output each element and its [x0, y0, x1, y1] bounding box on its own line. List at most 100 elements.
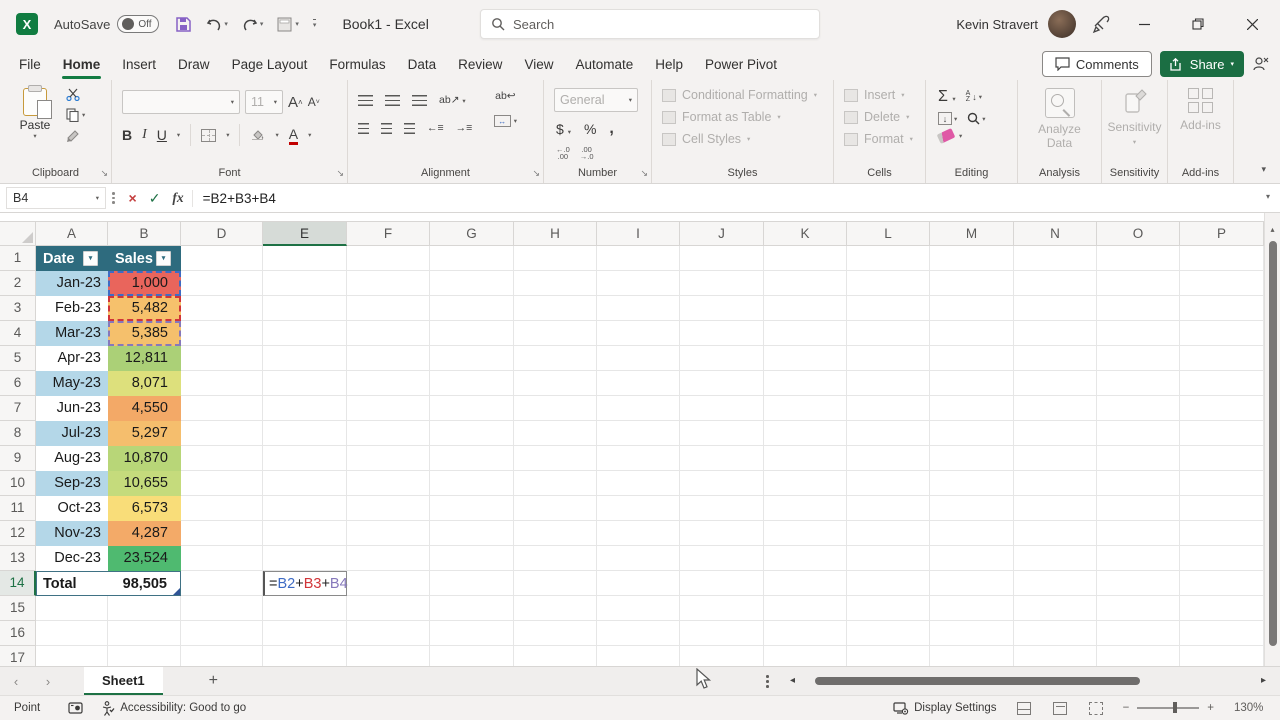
- cell-K5[interactable]: [764, 346, 847, 371]
- cell-K11[interactable]: [764, 496, 847, 521]
- column-header-I[interactable]: I: [597, 221, 680, 246]
- cell-D2[interactable]: [181, 271, 263, 296]
- cell-H12[interactable]: [514, 521, 597, 546]
- cell-B5[interactable]: 12,811: [108, 346, 181, 371]
- select-all-corner[interactable]: [0, 221, 36, 246]
- cancel-formula-icon[interactable]: ×: [129, 190, 137, 206]
- row-header-17[interactable]: 17: [0, 646, 36, 666]
- cell-E10[interactable]: [263, 471, 347, 496]
- search-box[interactable]: Search: [480, 9, 820, 39]
- cell-L9[interactable]: [847, 446, 930, 471]
- cell-E6[interactable]: [263, 371, 347, 396]
- cell-H10[interactable]: [514, 471, 597, 496]
- cell-F1[interactable]: [347, 246, 430, 271]
- row-header-8[interactable]: 8: [0, 421, 36, 446]
- cell-D11[interactable]: [181, 496, 263, 521]
- cell-H1[interactable]: [514, 246, 597, 271]
- cell-A17[interactable]: [36, 646, 108, 666]
- format-cells-button[interactable]: Format ▾: [844, 132, 913, 146]
- cell-F17[interactable]: [347, 646, 430, 666]
- user-name[interactable]: Kevin Stravert: [956, 17, 1038, 32]
- cell-A7[interactable]: Jun-23: [36, 396, 108, 421]
- cell-J4[interactable]: [680, 321, 764, 346]
- addins-button[interactable]: Add-ins: [1168, 88, 1233, 132]
- expand-formula-bar-icon[interactable]: ▾: [1266, 192, 1270, 201]
- name-box[interactable]: B4 ▾: [6, 187, 106, 209]
- cell-B9[interactable]: 10,870: [108, 446, 181, 471]
- cell-G15[interactable]: [430, 596, 514, 621]
- cell-M10[interactable]: [930, 471, 1014, 496]
- cell-L17[interactable]: [847, 646, 930, 666]
- cell-L12[interactable]: [847, 521, 930, 546]
- cell-A4[interactable]: Mar-23: [36, 321, 108, 346]
- cell-P5[interactable]: [1180, 346, 1264, 371]
- cell-O7[interactable]: [1097, 396, 1180, 421]
- cell-I16[interactable]: [597, 621, 680, 646]
- cell-K1[interactable]: [764, 246, 847, 271]
- cell-L1[interactable]: [847, 246, 930, 271]
- cell-P16[interactable]: [1180, 621, 1264, 646]
- number-format-combo[interactable]: General ▾: [554, 88, 638, 112]
- cell-G7[interactable]: [430, 396, 514, 421]
- column-header-K[interactable]: K: [764, 221, 847, 246]
- cell-F16[interactable]: [347, 621, 430, 646]
- customize-qat-icon[interactable]: ▾: [312, 19, 317, 29]
- cell-N15[interactable]: [1014, 596, 1097, 621]
- restore-button[interactable]: [1176, 4, 1220, 44]
- cell-E5[interactable]: [263, 346, 347, 371]
- cell-N11[interactable]: [1014, 496, 1097, 521]
- cell-O14[interactable]: [1097, 571, 1180, 596]
- autosum-chevron-icon[interactable]: ▾: [952, 96, 955, 103]
- zoom-in-icon[interactable]: +: [1207, 702, 1214, 714]
- cell-G5[interactable]: [430, 346, 514, 371]
- cell-E9[interactable]: [263, 446, 347, 471]
- cell-I17[interactable]: [597, 646, 680, 666]
- cell-E16[interactable]: [263, 621, 347, 646]
- cell-M14[interactable]: [930, 571, 1014, 596]
- column-header-E[interactable]: E: [263, 221, 347, 246]
- cell-G4[interactable]: [430, 321, 514, 346]
- cell-L6[interactable]: [847, 371, 930, 396]
- cell-J17[interactable]: [680, 646, 764, 666]
- sort-chevron-icon[interactable]: ▾: [979, 93, 982, 101]
- cell-A12[interactable]: Nov-23: [36, 521, 108, 546]
- tab-power-pivot[interactable]: Power Pivot: [694, 51, 788, 78]
- font-color-button[interactable]: A: [288, 126, 299, 145]
- cell-I7[interactable]: [597, 396, 680, 421]
- row-header-1[interactable]: 1: [0, 246, 36, 271]
- clear-chevron-icon[interactable]: ▾: [959, 132, 962, 140]
- cell-M8[interactable]: [930, 421, 1014, 446]
- zoom-level[interactable]: 130%: [1234, 702, 1270, 714]
- paste-chevron-icon[interactable]: ▾: [12, 132, 58, 140]
- cell-B4[interactable]: 5,385: [108, 321, 181, 346]
- cell-H5[interactable]: [514, 346, 597, 371]
- macro-record-button[interactable]: [68, 702, 83, 714]
- column-header-G[interactable]: G: [430, 221, 514, 246]
- cell-B6[interactable]: 8,071: [108, 371, 181, 396]
- cell-L3[interactable]: [847, 296, 930, 321]
- cell-M15[interactable]: [930, 596, 1014, 621]
- touch-mode-button[interactable]: ▾: [277, 17, 299, 32]
- align-middle-icon[interactable]: [385, 94, 400, 106]
- scroll-up-icon[interactable]: ▴: [1265, 225, 1280, 234]
- cell-B14[interactable]: 98,505: [108, 571, 181, 596]
- cell-G6[interactable]: [430, 371, 514, 396]
- align-left-icon[interactable]: [358, 122, 369, 134]
- cell-G12[interactable]: [430, 521, 514, 546]
- underline-chevron-icon[interactable]: ▾: [177, 131, 180, 139]
- cell-F8[interactable]: [347, 421, 430, 446]
- cell-A5[interactable]: Apr-23: [36, 346, 108, 371]
- cell-O12[interactable]: [1097, 521, 1180, 546]
- cell-D9[interactable]: [181, 446, 263, 471]
- tabbar-more-icon[interactable]: [766, 675, 769, 688]
- paste-button[interactable]: Paste ▾: [12, 85, 58, 140]
- clear-button[interactable]: ▾: [936, 128, 962, 144]
- delete-cells-button[interactable]: Delete ▾: [844, 110, 913, 124]
- cell-M7[interactable]: [930, 396, 1014, 421]
- column-header-J[interactable]: J: [680, 221, 764, 246]
- cell-K14[interactable]: [764, 571, 847, 596]
- cell-P11[interactable]: [1180, 496, 1264, 521]
- cell-A6[interactable]: May-23: [36, 371, 108, 396]
- align-bottom-icon[interactable]: [412, 94, 427, 106]
- cell-O8[interactable]: [1097, 421, 1180, 446]
